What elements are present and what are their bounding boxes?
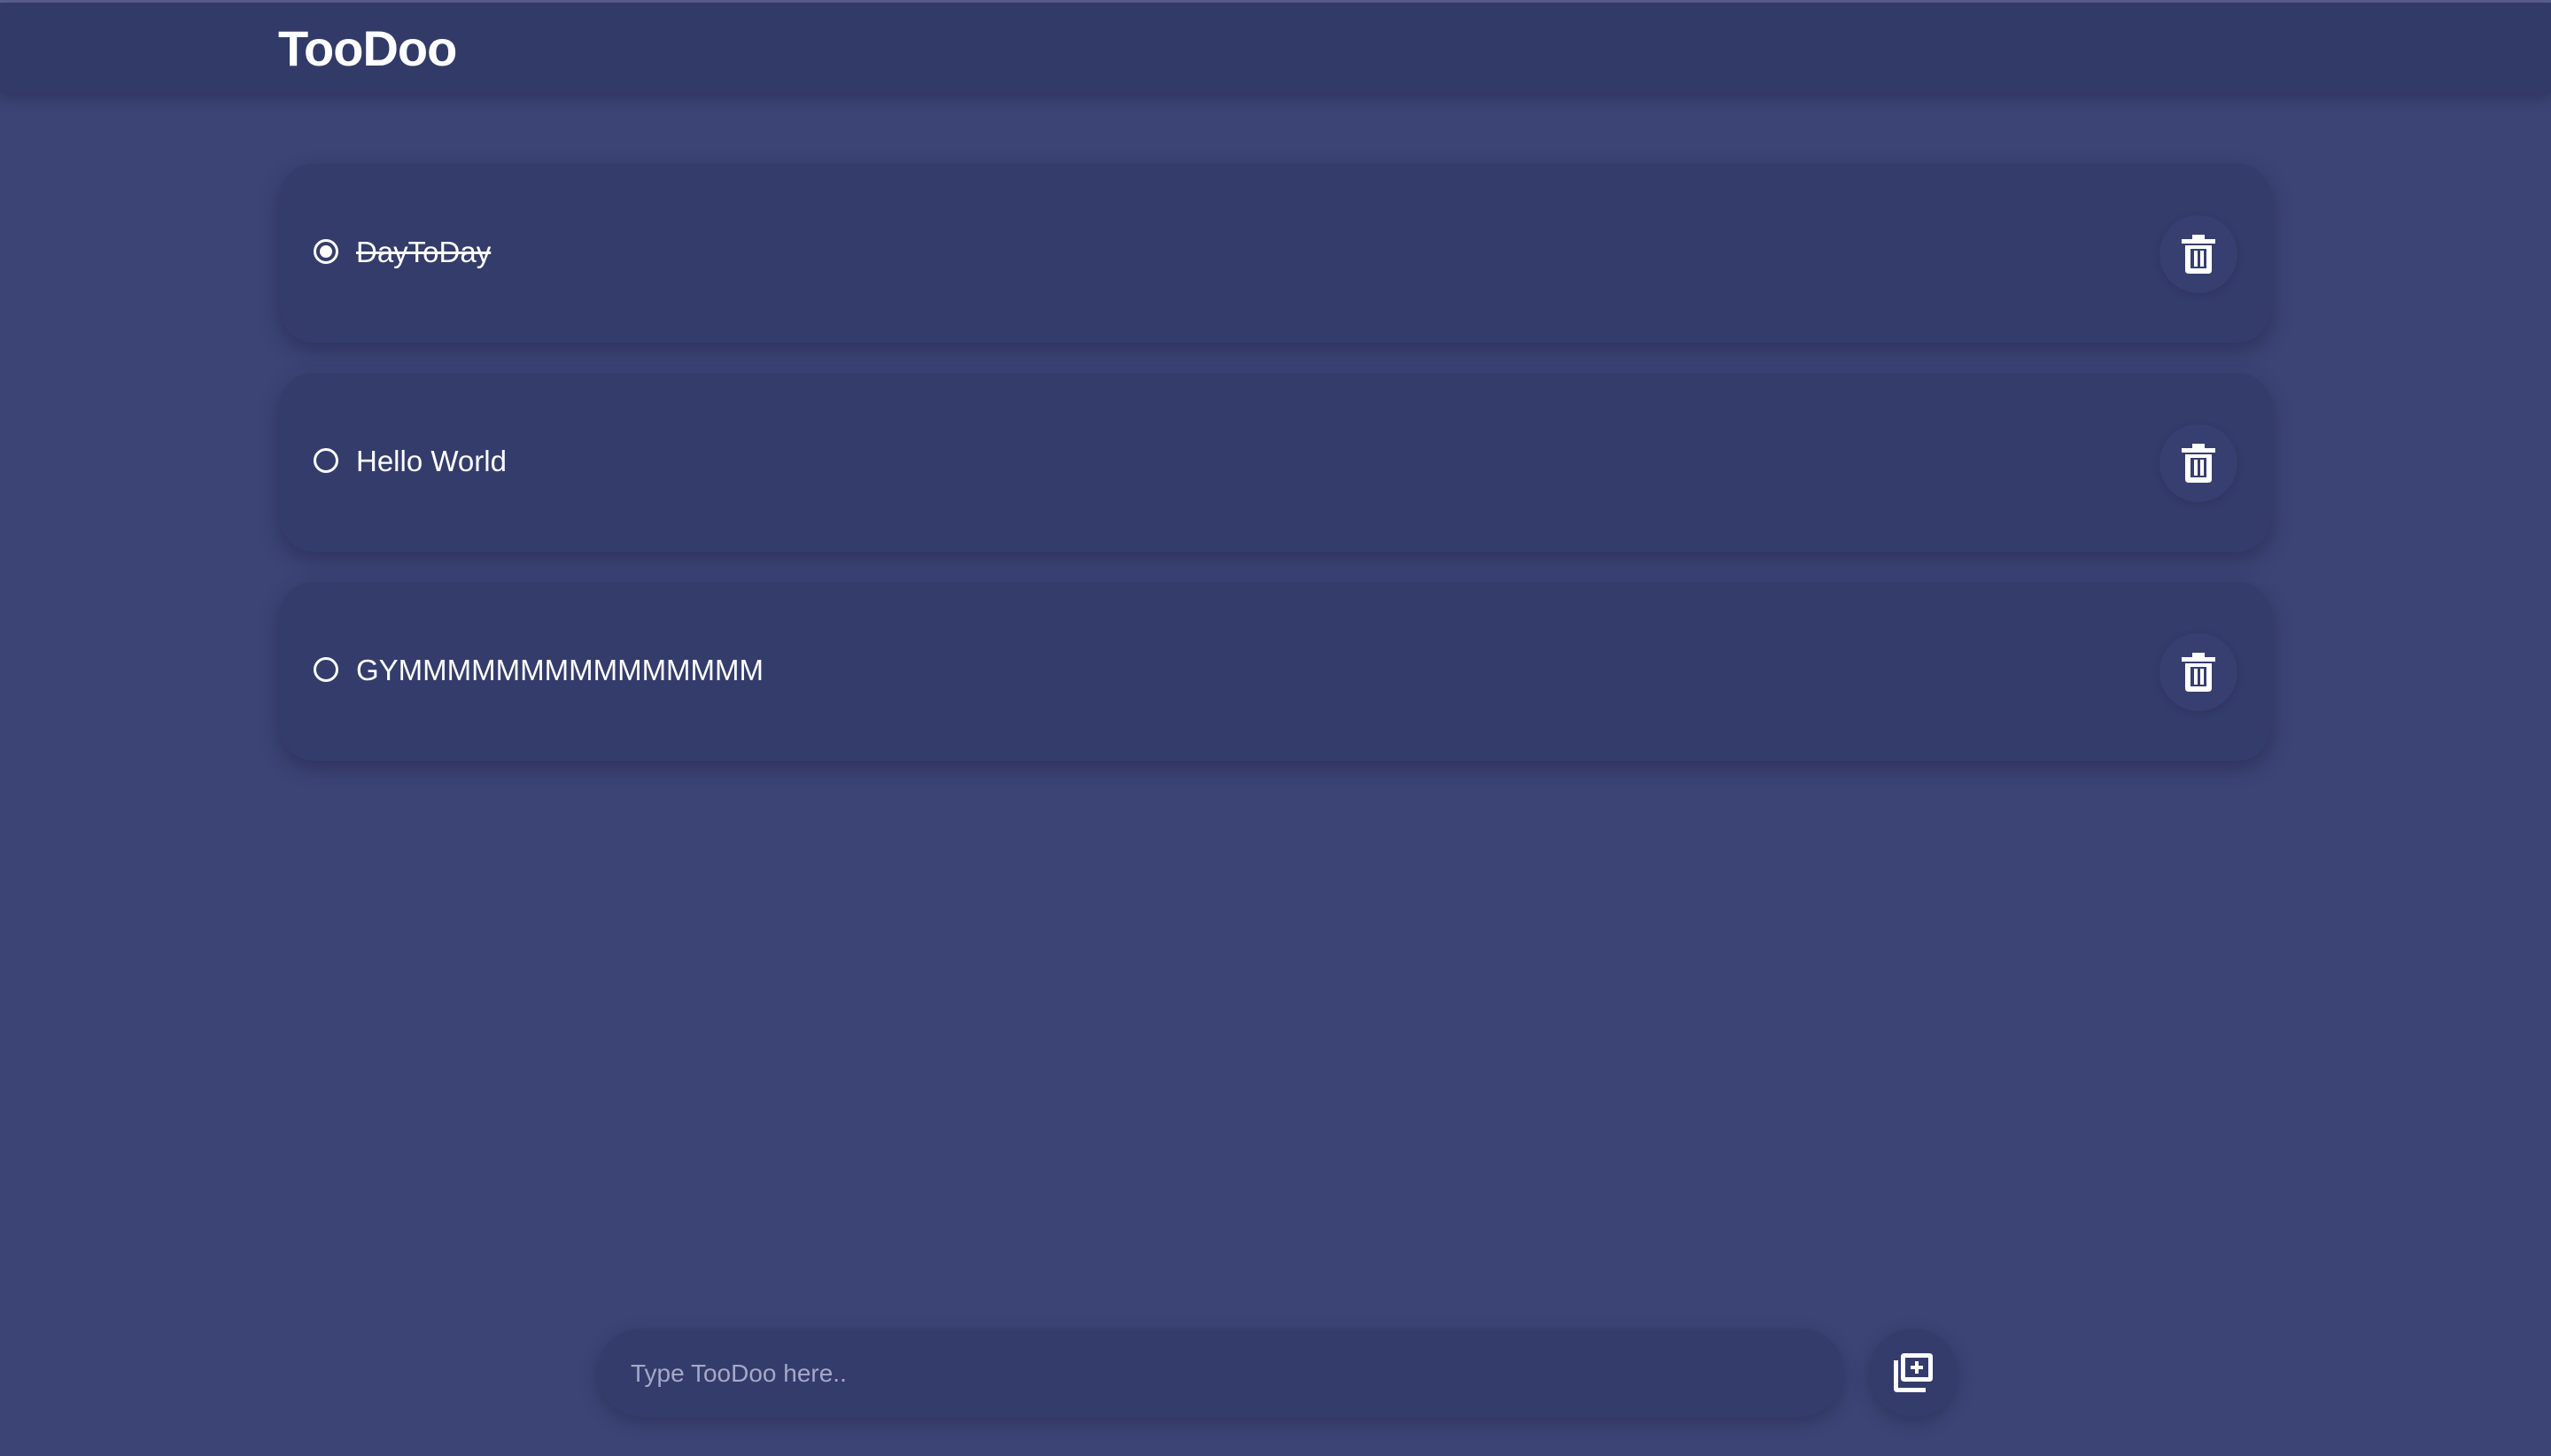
- trash-icon: [2182, 653, 2215, 692]
- delete-todo-button[interactable]: [2159, 633, 2237, 711]
- new-todo-composer: [597, 1328, 1844, 1419]
- trash-icon: [2182, 444, 2215, 483]
- todo-text: Hello World: [356, 445, 507, 477]
- todo-text: DayToDay: [356, 236, 492, 268]
- delete-todo-button[interactable]: [2159, 424, 2237, 502]
- add-todo-button[interactable]: [1869, 1328, 1958, 1417]
- todo-item: GYMMMMMMMMMMMMMMM: [280, 582, 2271, 761]
- trash-icon: [2182, 235, 2215, 274]
- todo-complete-radio[interactable]: [314, 448, 338, 473]
- todo-complete-radio[interactable]: [314, 239, 338, 264]
- add-box-icon: [1894, 1353, 1933, 1392]
- todo-complete-radio[interactable]: [314, 657, 338, 682]
- todo-text: GYMMMMMMMMMMMMMMM: [356, 654, 764, 686]
- delete-todo-button[interactable]: [2159, 215, 2237, 293]
- app-title: TooDoo: [278, 20, 457, 76]
- app-header: TooDoo: [0, 3, 2551, 94]
- todo-list: DayToDay Hello World GYMMMMMMMMMMMMMMM: [280, 164, 2271, 791]
- todo-item: Hello World: [280, 373, 2271, 552]
- new-todo-input[interactable]: [629, 1328, 1811, 1419]
- todo-item: DayToDay: [280, 164, 2271, 343]
